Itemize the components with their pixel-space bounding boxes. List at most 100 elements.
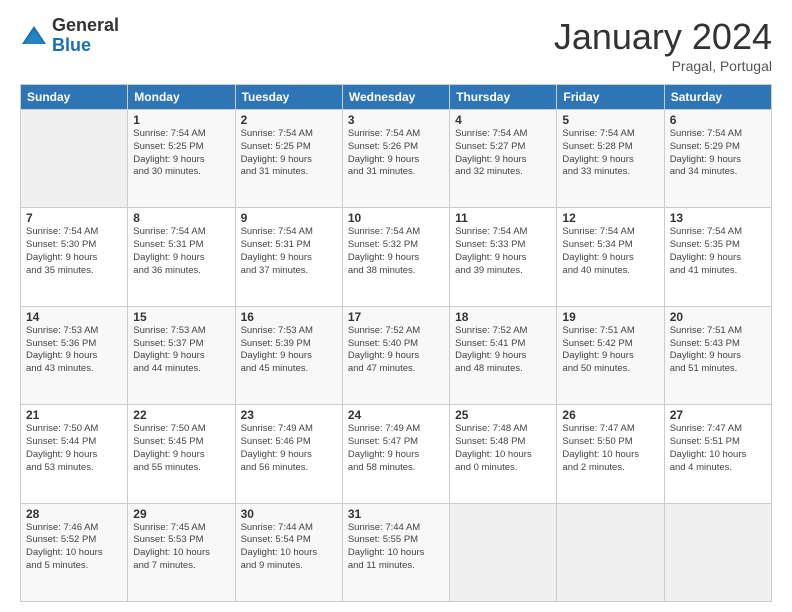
day-cell: 22Sunrise: 7:50 AM Sunset: 5:45 PM Dayli… (128, 405, 235, 503)
week-row-0: 1Sunrise: 7:54 AM Sunset: 5:25 PM Daylig… (21, 110, 772, 208)
calendar-table: SundayMondayTuesdayWednesdayThursdayFrid… (20, 84, 772, 602)
col-header-tuesday: Tuesday (235, 85, 342, 110)
col-header-wednesday: Wednesday (342, 85, 449, 110)
day-cell: 16Sunrise: 7:53 AM Sunset: 5:39 PM Dayli… (235, 306, 342, 404)
day-number: 11 (455, 211, 551, 225)
day-number: 28 (26, 507, 122, 521)
day-cell (557, 503, 664, 601)
day-info: Sunrise: 7:50 AM Sunset: 5:44 PM Dayligh… (26, 423, 122, 474)
day-number: 7 (26, 211, 122, 225)
day-number: 6 (670, 113, 766, 127)
day-cell: 20Sunrise: 7:51 AM Sunset: 5:43 PM Dayli… (664, 306, 771, 404)
day-cell: 24Sunrise: 7:49 AM Sunset: 5:47 PM Dayli… (342, 405, 449, 503)
day-info: Sunrise: 7:50 AM Sunset: 5:45 PM Dayligh… (133, 423, 229, 474)
day-info: Sunrise: 7:54 AM Sunset: 5:31 PM Dayligh… (133, 226, 229, 277)
col-header-friday: Friday (557, 85, 664, 110)
day-number: 22 (133, 408, 229, 422)
month-title: January 2024 (554, 16, 772, 58)
day-number: 16 (241, 310, 337, 324)
header-row: SundayMondayTuesdayWednesdayThursdayFrid… (21, 85, 772, 110)
day-number: 31 (348, 507, 444, 521)
day-info: Sunrise: 7:53 AM Sunset: 5:37 PM Dayligh… (133, 325, 229, 376)
col-header-monday: Monday (128, 85, 235, 110)
day-info: Sunrise: 7:54 AM Sunset: 5:27 PM Dayligh… (455, 128, 551, 179)
day-cell: 10Sunrise: 7:54 AM Sunset: 5:32 PM Dayli… (342, 208, 449, 306)
header: General Blue January 2024 Pragal, Portug… (20, 16, 772, 74)
day-number: 26 (562, 408, 658, 422)
day-info: Sunrise: 7:54 AM Sunset: 5:31 PM Dayligh… (241, 226, 337, 277)
col-header-thursday: Thursday (450, 85, 557, 110)
day-cell: 14Sunrise: 7:53 AM Sunset: 5:36 PM Dayli… (21, 306, 128, 404)
col-header-sunday: Sunday (21, 85, 128, 110)
title-block: January 2024 Pragal, Portugal (554, 16, 772, 74)
day-number: 25 (455, 408, 551, 422)
day-info: Sunrise: 7:54 AM Sunset: 5:34 PM Dayligh… (562, 226, 658, 277)
day-cell: 15Sunrise: 7:53 AM Sunset: 5:37 PM Dayli… (128, 306, 235, 404)
day-info: Sunrise: 7:45 AM Sunset: 5:53 PM Dayligh… (133, 522, 229, 573)
day-info: Sunrise: 7:51 AM Sunset: 5:43 PM Dayligh… (670, 325, 766, 376)
logo-blue: Blue (52, 36, 119, 56)
day-info: Sunrise: 7:49 AM Sunset: 5:46 PM Dayligh… (241, 423, 337, 474)
day-number: 19 (562, 310, 658, 324)
day-number: 5 (562, 113, 658, 127)
day-info: Sunrise: 7:54 AM Sunset: 5:30 PM Dayligh… (26, 226, 122, 277)
day-cell: 8Sunrise: 7:54 AM Sunset: 5:31 PM Daylig… (128, 208, 235, 306)
day-number: 8 (133, 211, 229, 225)
day-info: Sunrise: 7:47 AM Sunset: 5:50 PM Dayligh… (562, 423, 658, 474)
day-number: 23 (241, 408, 337, 422)
day-cell: 18Sunrise: 7:52 AM Sunset: 5:41 PM Dayli… (450, 306, 557, 404)
day-number: 27 (670, 408, 766, 422)
day-cell: 1Sunrise: 7:54 AM Sunset: 5:25 PM Daylig… (128, 110, 235, 208)
page: General Blue January 2024 Pragal, Portug… (0, 0, 792, 612)
day-cell: 4Sunrise: 7:54 AM Sunset: 5:27 PM Daylig… (450, 110, 557, 208)
day-cell: 2Sunrise: 7:54 AM Sunset: 5:25 PM Daylig… (235, 110, 342, 208)
day-cell: 31Sunrise: 7:44 AM Sunset: 5:55 PM Dayli… (342, 503, 449, 601)
day-cell (664, 503, 771, 601)
day-number: 2 (241, 113, 337, 127)
day-number: 20 (670, 310, 766, 324)
day-info: Sunrise: 7:54 AM Sunset: 5:33 PM Dayligh… (455, 226, 551, 277)
day-info: Sunrise: 7:52 AM Sunset: 5:41 PM Dayligh… (455, 325, 551, 376)
day-number: 12 (562, 211, 658, 225)
day-number: 14 (26, 310, 122, 324)
logo-icon (20, 22, 48, 50)
day-number: 17 (348, 310, 444, 324)
day-number: 15 (133, 310, 229, 324)
day-cell: 13Sunrise: 7:54 AM Sunset: 5:35 PM Dayli… (664, 208, 771, 306)
day-cell: 23Sunrise: 7:49 AM Sunset: 5:46 PM Dayli… (235, 405, 342, 503)
day-cell (450, 503, 557, 601)
day-number: 1 (133, 113, 229, 127)
day-cell: 5Sunrise: 7:54 AM Sunset: 5:28 PM Daylig… (557, 110, 664, 208)
day-info: Sunrise: 7:51 AM Sunset: 5:42 PM Dayligh… (562, 325, 658, 376)
week-row-2: 14Sunrise: 7:53 AM Sunset: 5:36 PM Dayli… (21, 306, 772, 404)
day-cell: 19Sunrise: 7:51 AM Sunset: 5:42 PM Dayli… (557, 306, 664, 404)
day-cell: 9Sunrise: 7:54 AM Sunset: 5:31 PM Daylig… (235, 208, 342, 306)
day-cell: 21Sunrise: 7:50 AM Sunset: 5:44 PM Dayli… (21, 405, 128, 503)
day-cell: 3Sunrise: 7:54 AM Sunset: 5:26 PM Daylig… (342, 110, 449, 208)
day-cell: 29Sunrise: 7:45 AM Sunset: 5:53 PM Dayli… (128, 503, 235, 601)
day-number: 29 (133, 507, 229, 521)
day-cell: 28Sunrise: 7:46 AM Sunset: 5:52 PM Dayli… (21, 503, 128, 601)
day-info: Sunrise: 7:46 AM Sunset: 5:52 PM Dayligh… (26, 522, 122, 573)
day-number: 13 (670, 211, 766, 225)
day-info: Sunrise: 7:54 AM Sunset: 5:25 PM Dayligh… (241, 128, 337, 179)
day-number: 10 (348, 211, 444, 225)
logo-general: General (52, 16, 119, 36)
day-info: Sunrise: 7:47 AM Sunset: 5:51 PM Dayligh… (670, 423, 766, 474)
day-number: 3 (348, 113, 444, 127)
day-number: 4 (455, 113, 551, 127)
day-info: Sunrise: 7:54 AM Sunset: 5:26 PM Dayligh… (348, 128, 444, 179)
day-cell: 25Sunrise: 7:48 AM Sunset: 5:48 PM Dayli… (450, 405, 557, 503)
logo: General Blue (20, 16, 119, 56)
week-row-4: 28Sunrise: 7:46 AM Sunset: 5:52 PM Dayli… (21, 503, 772, 601)
day-cell (21, 110, 128, 208)
day-cell: 7Sunrise: 7:54 AM Sunset: 5:30 PM Daylig… (21, 208, 128, 306)
day-info: Sunrise: 7:48 AM Sunset: 5:48 PM Dayligh… (455, 423, 551, 474)
day-number: 21 (26, 408, 122, 422)
day-cell: 6Sunrise: 7:54 AM Sunset: 5:29 PM Daylig… (664, 110, 771, 208)
day-info: Sunrise: 7:54 AM Sunset: 5:29 PM Dayligh… (670, 128, 766, 179)
day-info: Sunrise: 7:44 AM Sunset: 5:55 PM Dayligh… (348, 522, 444, 573)
day-info: Sunrise: 7:49 AM Sunset: 5:47 PM Dayligh… (348, 423, 444, 474)
day-info: Sunrise: 7:54 AM Sunset: 5:25 PM Dayligh… (133, 128, 229, 179)
day-cell: 12Sunrise: 7:54 AM Sunset: 5:34 PM Dayli… (557, 208, 664, 306)
